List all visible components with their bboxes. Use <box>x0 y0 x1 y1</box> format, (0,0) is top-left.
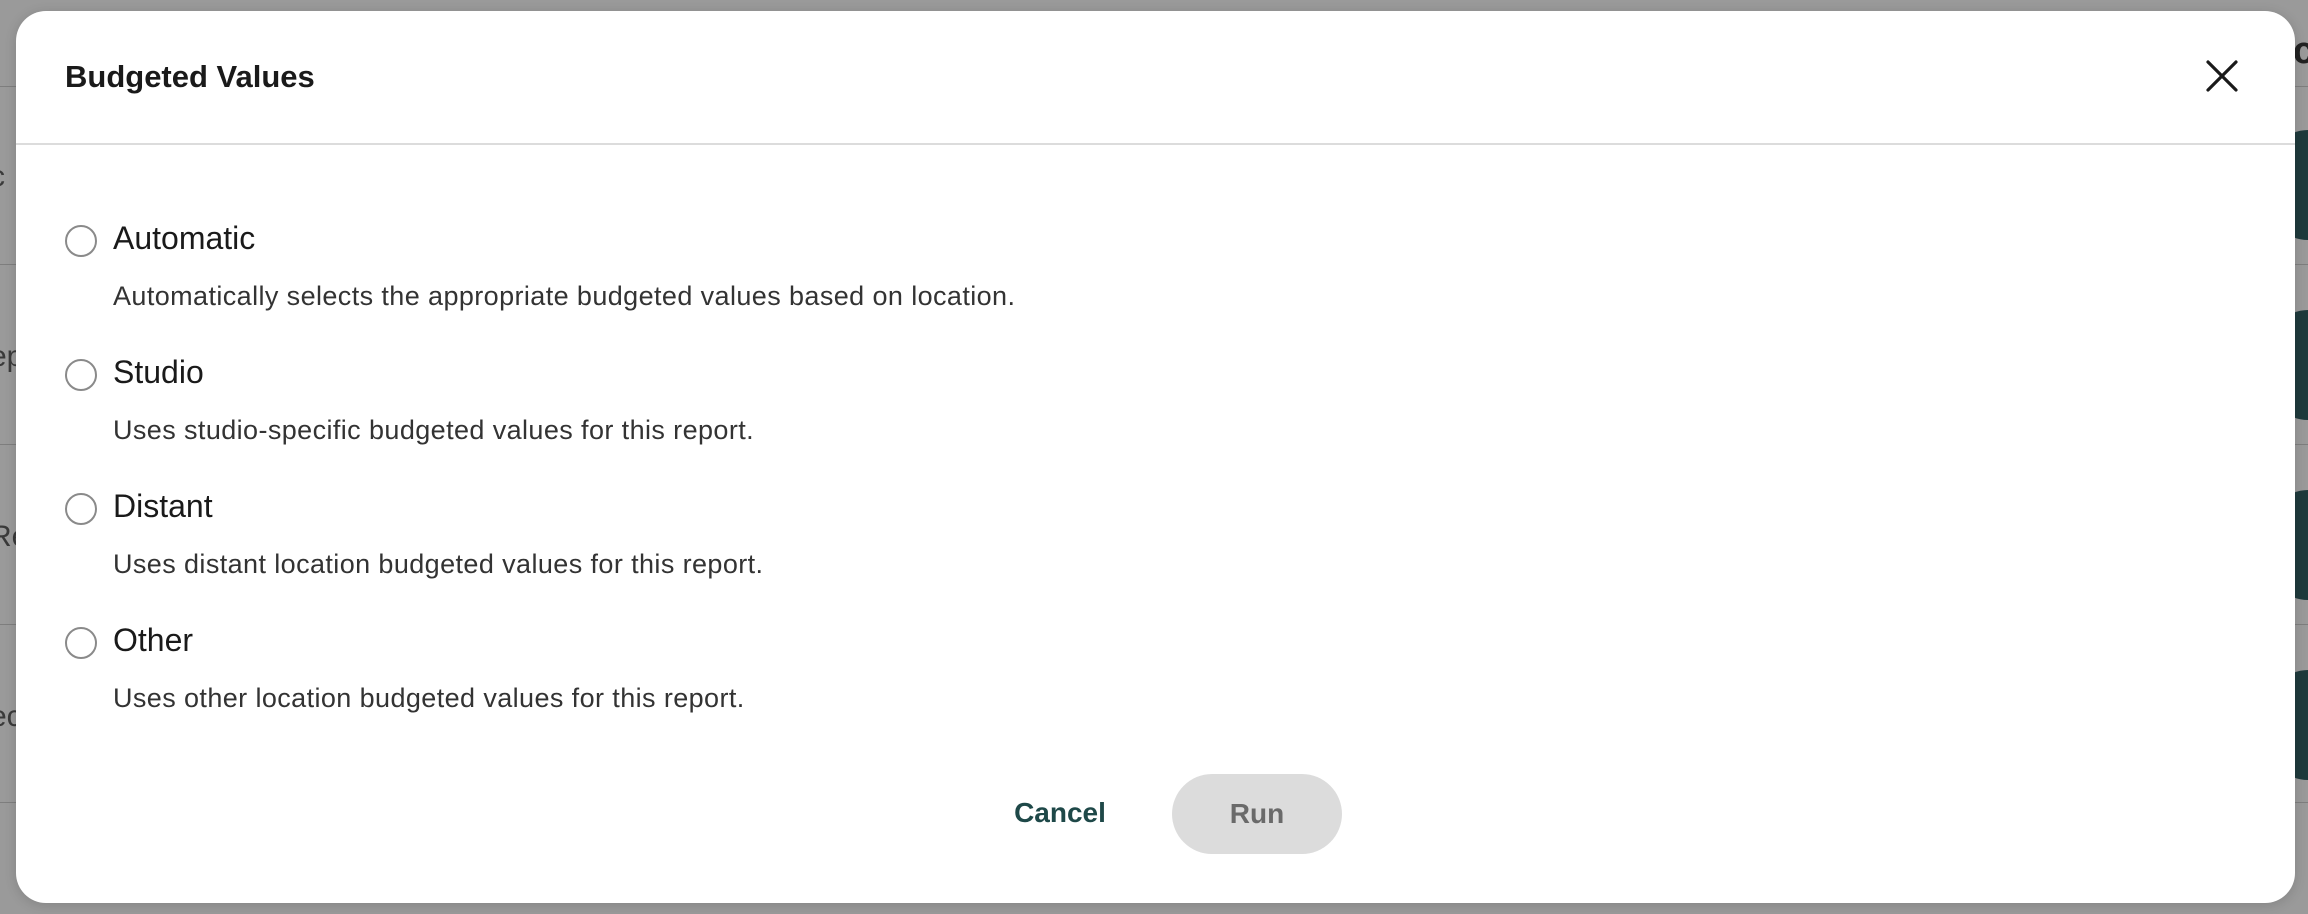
option-description: Uses other location budgeted values for … <box>113 683 745 713</box>
radio-studio[interactable] <box>65 359 97 391</box>
radio-distant[interactable] <box>65 493 97 525</box>
option-automatic: Automatic Automatically selects the appr… <box>65 220 2215 357</box>
background-text: c <box>0 160 5 194</box>
radio-automatic[interactable] <box>65 225 97 257</box>
dialog-actions: Cancel Run <box>16 774 2295 854</box>
radio-other[interactable] <box>65 627 97 659</box>
budget-options-radio-group: Automatic Automatically selects the appr… <box>65 220 2215 759</box>
close-icon <box>2206 60 2238 92</box>
close-button[interactable] <box>2199 53 2245 99</box>
budgeted-values-dialog: Budgeted Values Automatic Automatically … <box>16 11 2295 903</box>
dialog-title: Budgeted Values <box>65 59 315 94</box>
run-button[interactable]: Run <box>1172 774 1342 854</box>
option-description: Uses studio-specific budgeted values for… <box>113 415 755 445</box>
option-label[interactable]: Automatic <box>113 220 255 257</box>
option-studio: Studio Uses studio-specific budgeted val… <box>65 354 2215 491</box>
cancel-button[interactable]: Cancel <box>1000 788 1120 838</box>
option-description: Uses distant location budgeted values fo… <box>113 549 764 579</box>
option-other: Other Uses other location budgeted value… <box>65 622 2215 759</box>
option-label[interactable]: Distant <box>113 488 213 525</box>
option-distant: Distant Uses distant location budgeted v… <box>65 488 2215 625</box>
dialog-header: Budgeted Values <box>16 11 2295 145</box>
option-label[interactable]: Studio <box>113 354 204 391</box>
option-description: Automatically selects the appropriate bu… <box>113 281 1016 311</box>
option-label[interactable]: Other <box>113 622 193 659</box>
